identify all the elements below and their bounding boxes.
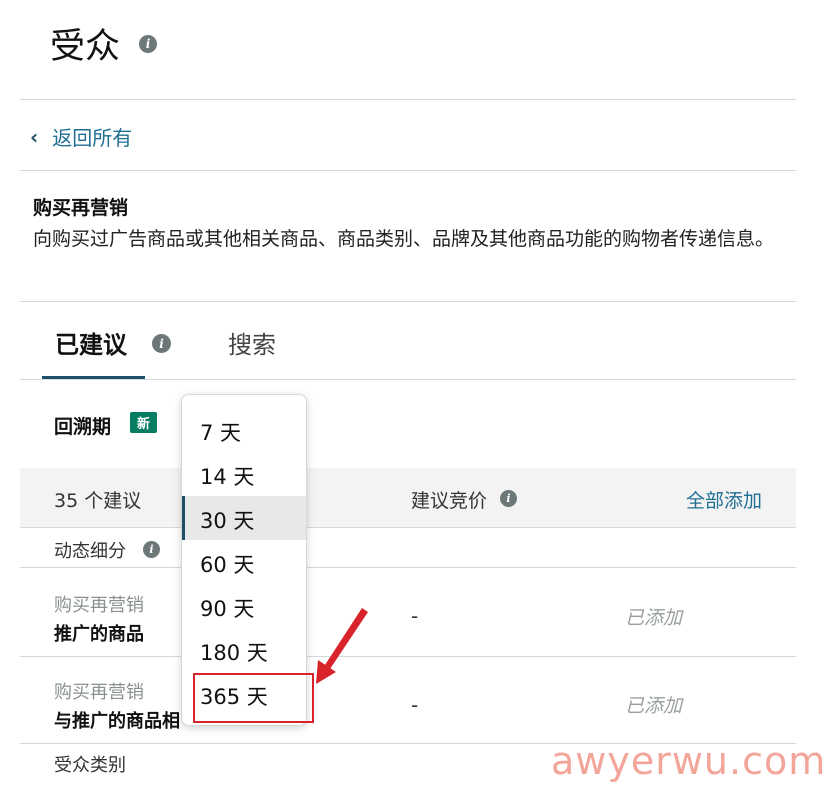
tab-search[interactable]: 搜索 (228, 325, 276, 360)
new-badge: 新 (130, 412, 157, 433)
row-status: 已添加 (625, 695, 683, 717)
section-title: 购买再营销 (33, 197, 129, 219)
option-90-days[interactable]: 90 天 (182, 584, 306, 628)
divider (20, 301, 796, 302)
info-icon[interactable]: i (143, 541, 160, 558)
option-60-days[interactable]: 60 天 (182, 540, 306, 584)
group-audience-category: 受众类别 (54, 755, 126, 776)
row-name: 推广的商品 (54, 624, 144, 645)
divider (20, 170, 796, 171)
lookback-label: 回溯期 (54, 416, 112, 438)
back-label: 返回所有 (52, 126, 133, 150)
row-type: 购买再营销 (54, 595, 144, 616)
option-30-days[interactable]: 30 天 (182, 496, 306, 540)
divider (20, 567, 796, 568)
page-title: 受众 (50, 27, 121, 67)
add-all-button[interactable]: 全部添加 (686, 486, 762, 513)
divider (20, 99, 796, 100)
row-name: 与推广的商品相 (54, 711, 180, 732)
divider (20, 656, 796, 657)
divider (20, 527, 796, 528)
suggested-bid-header: 建议竞价 (411, 490, 488, 512)
watermark: awyerwu.com (551, 739, 827, 783)
back-to-all-link[interactable]: ‹ 返回所有 (30, 122, 132, 151)
annotation-arrow-icon (316, 608, 368, 684)
row-bid: - (411, 604, 419, 628)
option-180-days[interactable]: 180 天 (182, 628, 306, 672)
row-status: 已添加 (625, 607, 683, 629)
info-icon[interactable]: i (152, 334, 171, 353)
group-dynamic-segments: 动态细分 (54, 541, 126, 562)
row-bid: - (411, 693, 419, 717)
suggestion-count: 35 个建议 (54, 490, 142, 512)
section-description: 向购买过广告商品或其他相关商品、商品类别、品牌及其他商品功能的购物者传递信息。 (33, 228, 775, 250)
row-type: 购买再营销 (54, 682, 144, 703)
info-icon[interactable]: i (139, 35, 157, 53)
info-icon[interactable]: i (500, 490, 517, 507)
divider (20, 379, 796, 380)
option-7-days[interactable]: 7 天 (182, 408, 306, 452)
chevron-left-icon: ‹ (30, 124, 39, 149)
option-14-days[interactable]: 14 天 (182, 452, 306, 496)
annotation-highlight-box (193, 673, 314, 723)
tab-suggested[interactable]: 已建议 (55, 325, 127, 360)
